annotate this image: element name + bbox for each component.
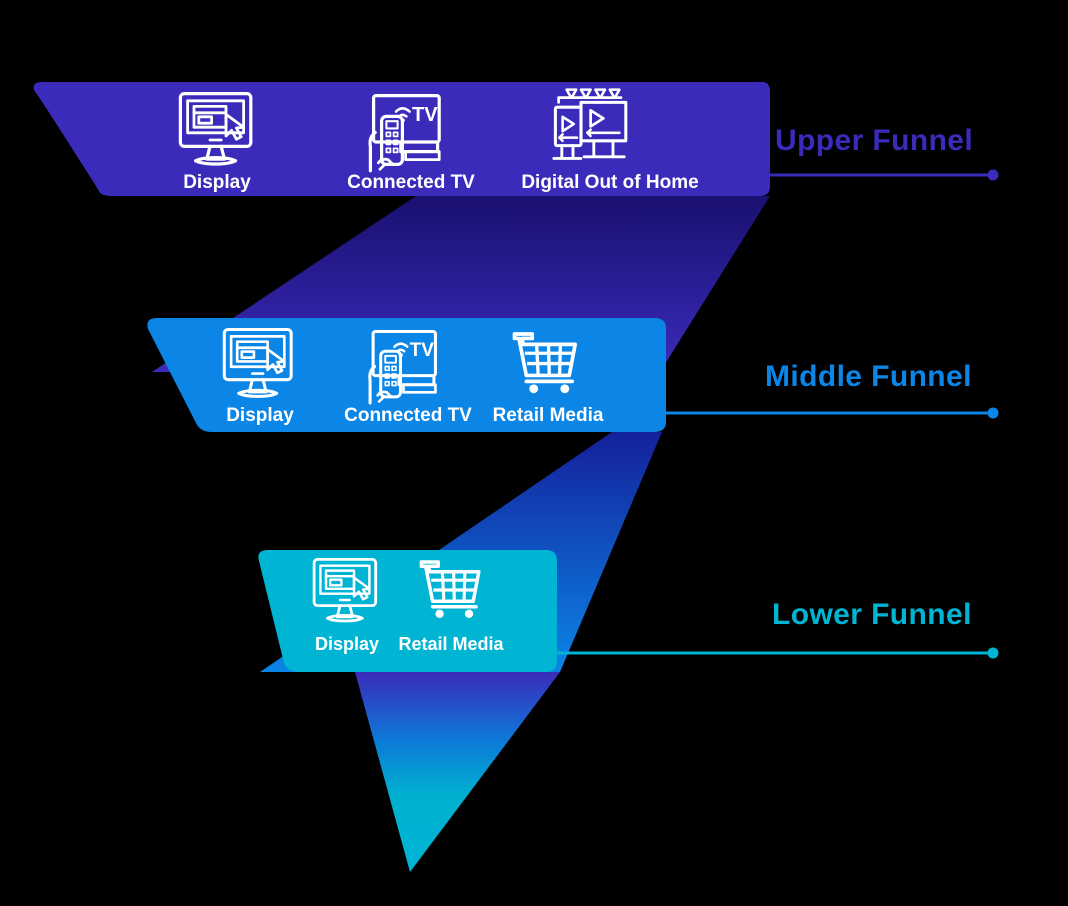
funnel-diagram: Display TV Connected TV Digital Out of H… bbox=[0, 0, 1068, 906]
svg-text:TV: TV bbox=[410, 340, 435, 361]
channel-label-upper-dooh: Digital Out of Home bbox=[521, 172, 698, 193]
tier-label-middle: Middle Funnel bbox=[765, 360, 972, 393]
channel-label-upper-display: Display bbox=[183, 172, 251, 193]
channel-label-lower-display: Display bbox=[315, 634, 379, 654]
callout-line-upper bbox=[745, 169, 999, 181]
callout-line-lower bbox=[520, 647, 999, 659]
callout-line-middle bbox=[628, 407, 999, 419]
tier-label-lower: Lower Funnel bbox=[772, 598, 972, 631]
tier-label-upper: Upper Funnel bbox=[775, 124, 974, 157]
svg-text:TV: TV bbox=[412, 104, 438, 126]
funnel-tail bbox=[355, 672, 560, 872]
channel-label-middle-retail-media: Retail Media bbox=[493, 405, 604, 426]
channel-label-upper-connected-tv: Connected TV bbox=[347, 172, 475, 193]
channel-label-middle-connected-tv: Connected TV bbox=[344, 405, 472, 426]
channel-label-lower-retail-media: Retail Media bbox=[398, 634, 504, 654]
channel-label-middle-display: Display bbox=[226, 405, 294, 426]
